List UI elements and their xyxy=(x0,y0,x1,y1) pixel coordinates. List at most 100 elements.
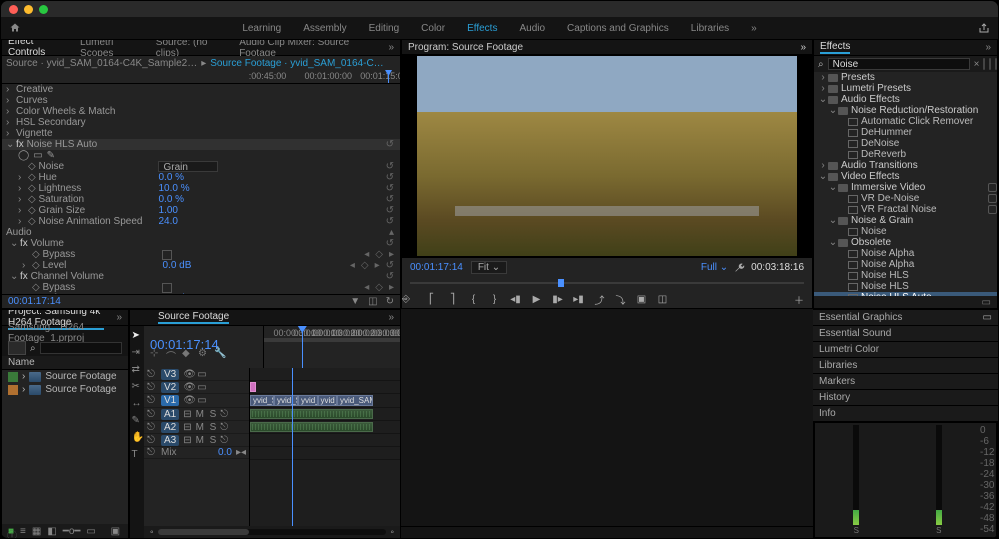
settings-icon[interactable]: ⚙ xyxy=(198,348,208,358)
noise-type-dropdown[interactable]: Grain xyxy=(158,161,218,172)
scroll-up-icon[interactable]: ▴ xyxy=(389,227,394,238)
selection-tool-icon[interactable]: ➤ xyxy=(132,330,143,341)
export-icon[interactable] xyxy=(978,22,990,34)
panel-markers[interactable]: Markers xyxy=(813,373,998,389)
clear-search-icon[interactable]: × xyxy=(974,59,980,70)
button-editor-icon[interactable]: ＋ xyxy=(794,292,804,307)
accel-filter-icon[interactable] xyxy=(983,58,985,70)
ws-editing[interactable]: Editing xyxy=(369,23,400,34)
effect-item[interactable]: VR Fractal Noise xyxy=(814,204,997,215)
ripple-tool-icon[interactable]: ⇄ xyxy=(132,364,143,375)
effects-tree[interactable]: ›Presets›Lumetri Presets⌄Audio Effects⌄N… xyxy=(814,72,997,296)
play-icon[interactable]: ▶ xyxy=(531,294,542,305)
timeline-clip[interactable]: yvid_SAM_0235-UHD_Sample1.mov [V] xyxy=(337,395,373,406)
filter-icon[interactable]: ▼ xyxy=(350,296,360,307)
bypass-checkbox[interactable] xyxy=(162,250,172,260)
effect-folder[interactable]: ⌄Video Effects xyxy=(814,171,997,182)
mark-out-icon[interactable]: ⎤ xyxy=(447,294,458,305)
effect-item[interactable]: VR De-Noise xyxy=(814,193,997,204)
reset-icon[interactable]: ↺ xyxy=(386,139,394,150)
noise-hls-auto-header[interactable]: ⌄fx Noise HLS Auto↺ xyxy=(2,139,400,150)
step-back-icon[interactable]: ◂▮ xyxy=(510,294,521,305)
effect-folder[interactable]: ⌄Noise & Grain xyxy=(814,215,997,226)
resolution-dropdown[interactable]: Full ⌄ xyxy=(701,262,728,273)
effect-folder[interactable]: ⌄Noise Reduction/Restoration xyxy=(814,105,997,116)
effect-folder[interactable]: ›Lumetri Presets xyxy=(814,83,997,94)
new-item-icon[interactable]: ▣ xyxy=(111,526,120,537)
audio-track-header[interactable]: ⎋A2⊟MS⎋ xyxy=(144,421,249,434)
add-marker-icon[interactable]: ⎆ xyxy=(402,294,410,305)
hand-tool-icon[interactable]: ✋ xyxy=(132,432,143,443)
playhead[interactable] xyxy=(302,326,303,368)
slip-tool-icon[interactable]: ↔ xyxy=(132,398,143,409)
effect-folder[interactable]: ⌄Immersive Video xyxy=(814,182,997,193)
panel-info[interactable]: Info xyxy=(813,405,998,421)
panel-essential-graphics[interactable]: Essential Graphics▭ xyxy=(813,309,998,325)
go-out-icon[interactable]: } xyxy=(489,294,500,305)
yuv-filter-icon[interactable] xyxy=(995,58,997,70)
wrench-icon[interactable]: 🔧 xyxy=(214,348,224,358)
go-in-icon[interactable]: { xyxy=(468,294,479,305)
panel-libraries[interactable]: Libraries xyxy=(813,357,998,373)
effect-item[interactable]: DeReverb xyxy=(814,149,997,160)
traffic-minimize-icon[interactable] xyxy=(24,5,33,14)
panel-essential-sound[interactable]: Essential Sound xyxy=(813,325,998,341)
ws-color[interactable]: Color xyxy=(421,23,445,34)
effect-item[interactable]: Noise HLS xyxy=(814,281,997,292)
panel-lumetri-color[interactable]: Lumetri Color xyxy=(813,341,998,357)
timeline-timecode[interactable]: 00:01:17:14 xyxy=(150,337,159,346)
audio-section[interactable]: Audio▴ xyxy=(2,227,400,238)
mask-rect-icon[interactable]: ▭ xyxy=(33,150,42,161)
info-icon[interactable]: ⓘ xyxy=(1,531,17,539)
panel-menu-icon[interactable]: » xyxy=(800,42,806,53)
ec-mini-timeline[interactable]: :00:45:00 00:01:00:00 00:01:15:00 xyxy=(2,70,400,84)
video-track-header[interactable]: ⎋V2👁▭ xyxy=(144,381,249,394)
effect-item[interactable]: Automatic Click Remover xyxy=(814,116,997,127)
mask-ellipse-icon[interactable]: ◯ xyxy=(18,150,29,161)
icon-view-icon[interactable]: ▦ xyxy=(32,526,41,537)
timeline-ruler[interactable]: 00:00:30:0000:01:00:0000:01:30:0000:02:0… xyxy=(264,326,400,368)
wrench-icon[interactable] xyxy=(734,262,745,273)
marker-icon[interactable]: ◆ xyxy=(182,348,192,358)
program-scrubber[interactable] xyxy=(402,276,812,290)
panel-history[interactable]: History xyxy=(813,389,998,405)
effect-folder[interactable]: ›Audio Transitions xyxy=(814,160,997,171)
ws-effects[interactable]: Effects xyxy=(467,23,497,34)
effect-folder[interactable]: ⌄Obsolete xyxy=(814,237,997,248)
ec-playhead[interactable] xyxy=(388,70,389,83)
effect-item[interactable]: Noise xyxy=(814,226,997,237)
video-track-header[interactable]: ⎋V1👁▭ xyxy=(144,394,249,408)
timeline-clip[interactable]: yvid_SAM_0161-C4K_Sample.mov xyxy=(250,395,274,406)
loop-icon[interactable]: ↻ xyxy=(386,296,394,307)
timeline-clip[interactable]: yvid_SAM_0231-HQQuality.m xyxy=(318,395,338,406)
step-forward-icon[interactable]: ▮▸ xyxy=(552,294,563,305)
effect-item[interactable]: Noise Alpha xyxy=(814,248,997,259)
compare-icon[interactable]: ◫ xyxy=(657,294,668,305)
video-track-header[interactable]: ⎋V3👁▭ xyxy=(144,368,249,381)
timeline-clip[interactable]: yvid_SAM_0164-C4K_Sample xyxy=(274,395,298,406)
extract-icon[interactable]: ⤵ xyxy=(615,294,626,305)
panel-menu-icon[interactable]: » xyxy=(388,42,394,53)
pin-icon[interactable]: ◫ xyxy=(368,296,377,307)
zoom-fit-dropdown[interactable]: Fit ⌄ xyxy=(471,261,507,274)
linked-sel-icon[interactable]: ⌒ xyxy=(166,348,176,358)
list-view-icon[interactable]: ≡ xyxy=(20,526,26,537)
source-link[interactable]: Source Footage · yvid_SAM_0164-C… xyxy=(210,58,383,69)
snap-icon[interactable]: ⊹ xyxy=(150,348,160,358)
level-value[interactable]: 0.0 dB xyxy=(162,260,222,271)
audio-track-header[interactable]: ⎋A1⊟MS⎋ xyxy=(144,408,249,421)
name-column-header[interactable]: Name xyxy=(8,357,35,368)
traffic-zoom-icon[interactable] xyxy=(39,5,48,14)
timeline-clip[interactable]: yvid_SAM_0230-ProQuality xyxy=(298,395,318,406)
effect-item[interactable]: Noise Alpha xyxy=(814,259,997,270)
effects-search-input[interactable] xyxy=(828,58,970,70)
freeform-view-icon[interactable]: ◧ xyxy=(47,526,56,537)
tab-effects[interactable]: Effects xyxy=(820,41,850,54)
effect-folder[interactable]: ⌄Audio Effects xyxy=(814,94,997,105)
mask-pen-icon[interactable]: ✎ xyxy=(47,150,55,161)
type-tool-icon[interactable]: T xyxy=(132,449,143,460)
ec-timecode[interactable]: 00:01:17:14 xyxy=(8,296,61,307)
pen-tool-icon[interactable]: ✎ xyxy=(132,415,143,426)
tab-sequence[interactable]: Source Footage xyxy=(158,311,229,324)
effect-item[interactable]: DeHummer xyxy=(814,127,997,138)
